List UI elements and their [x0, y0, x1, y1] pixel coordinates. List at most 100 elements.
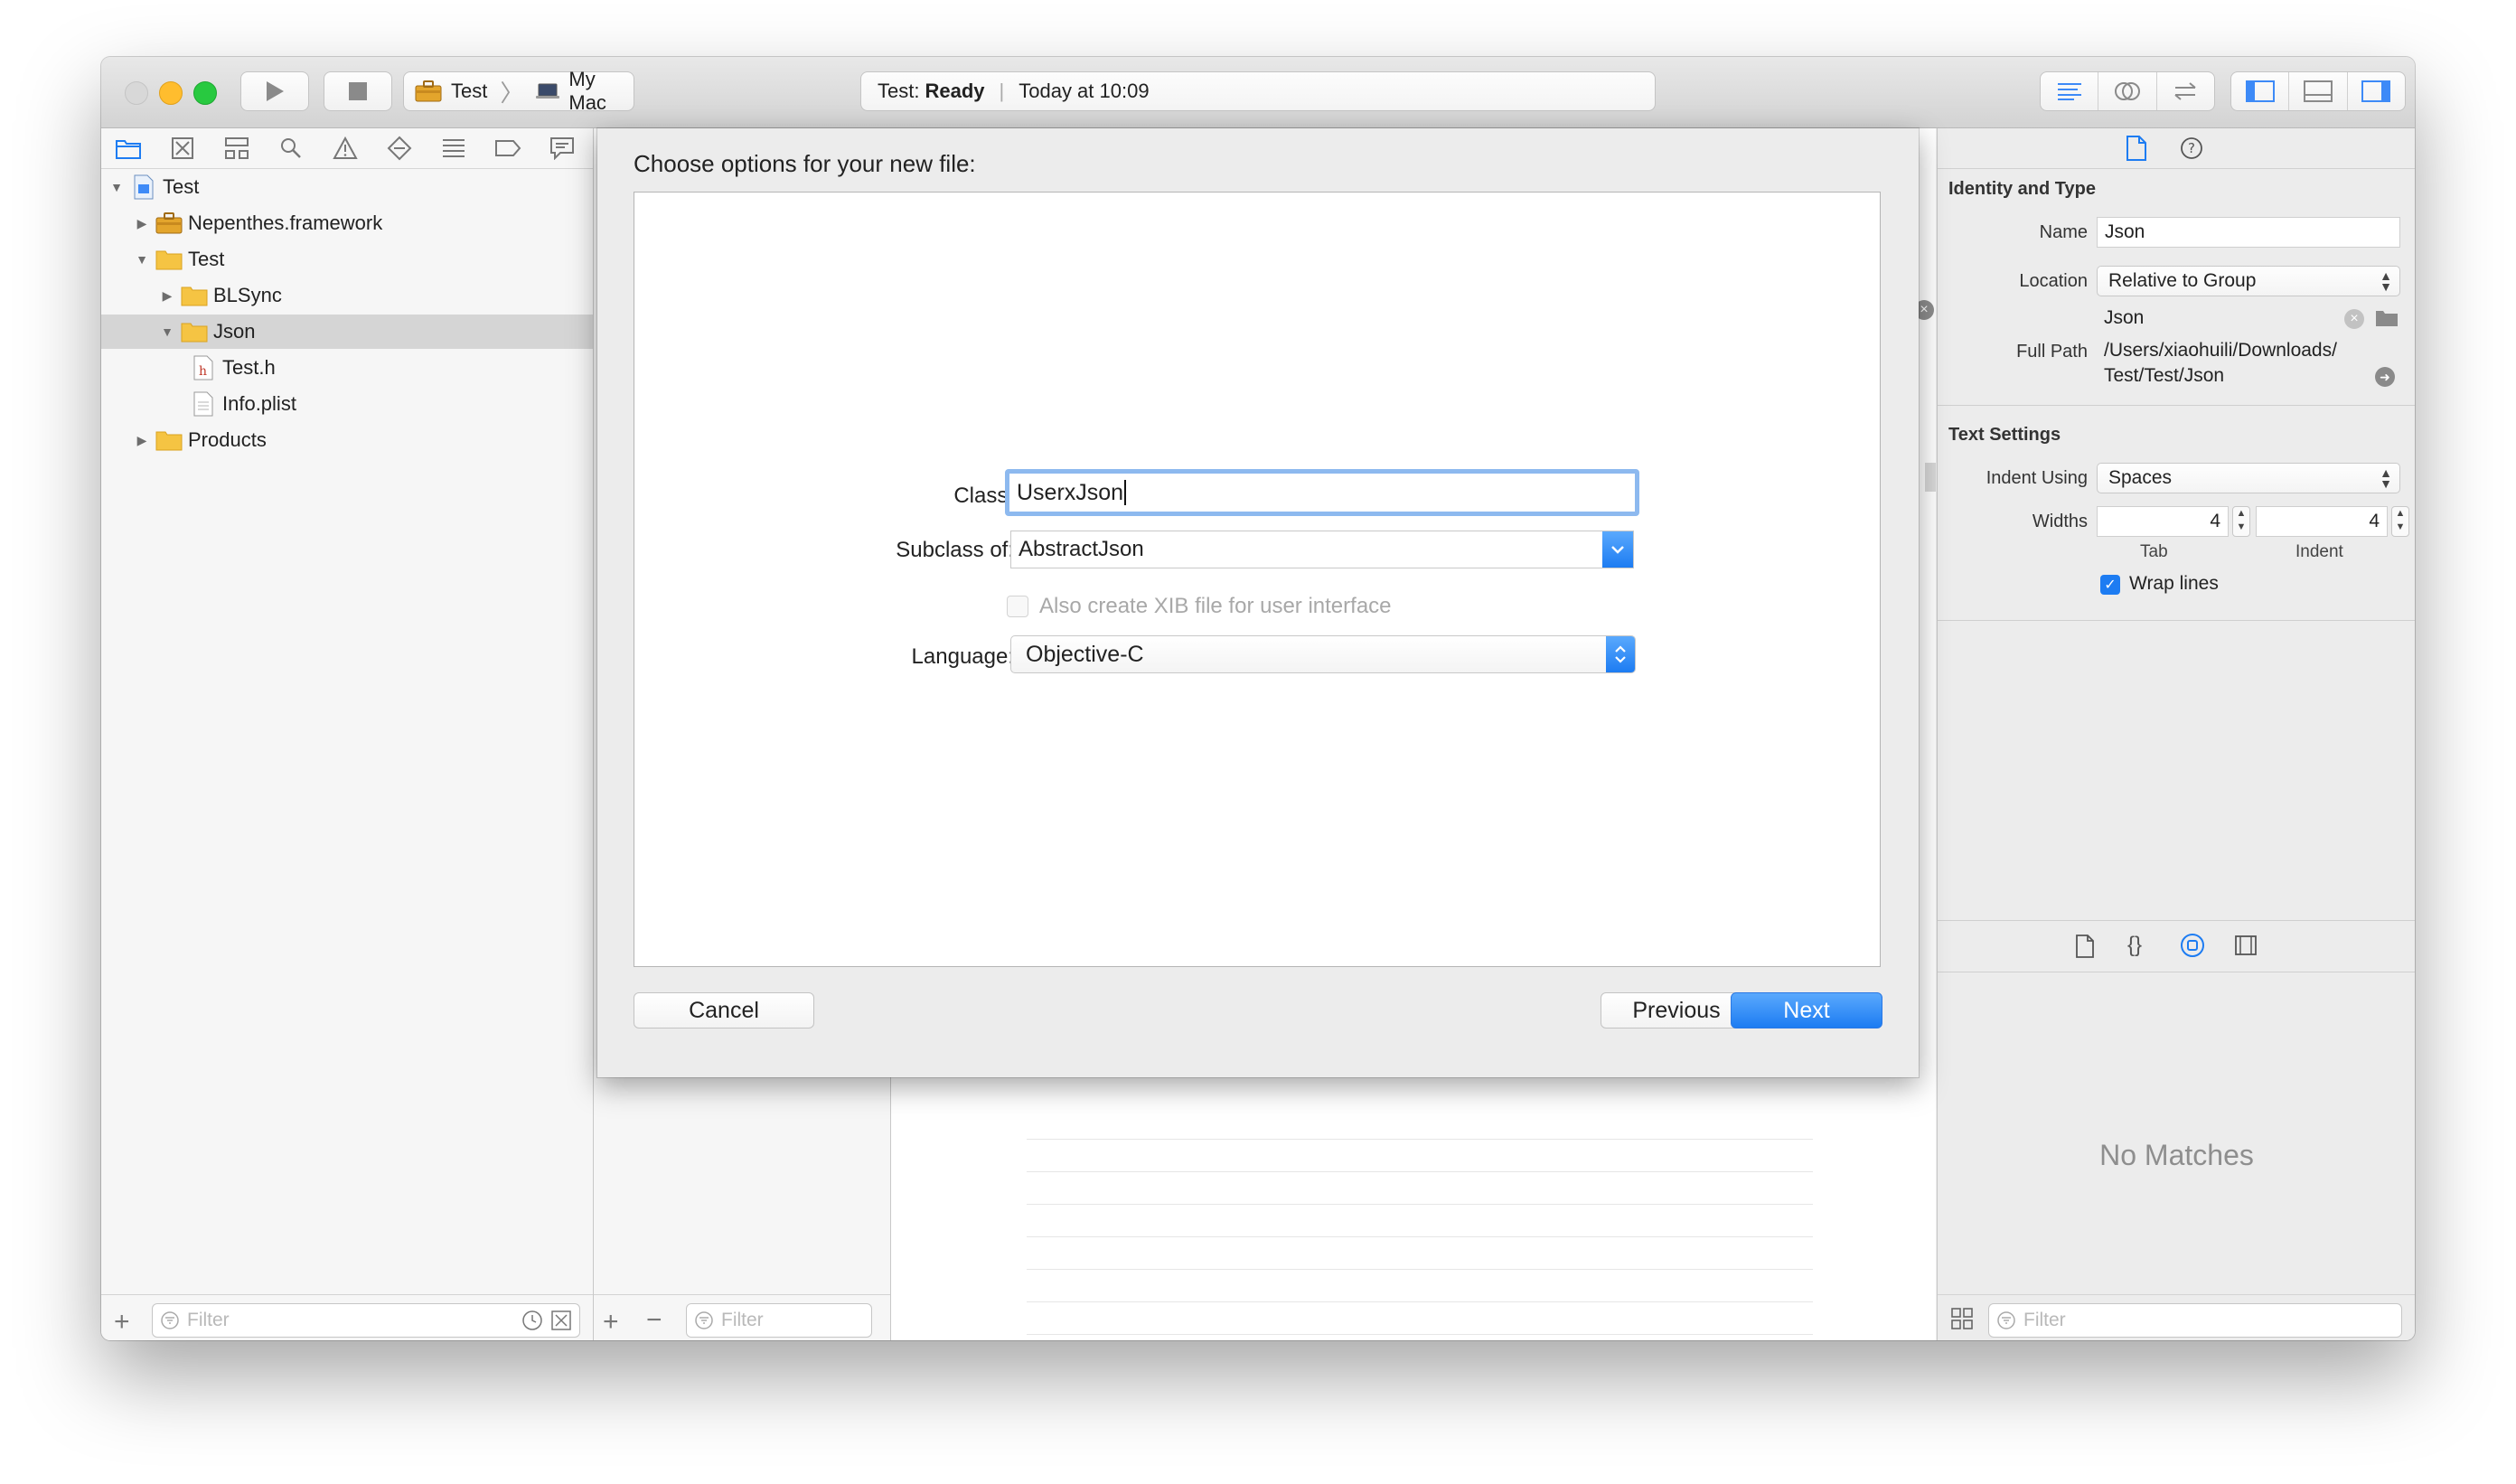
- sheet-title: Choose options for your new file:: [634, 150, 976, 177]
- wrap-lines-checkbox[interactable]: ✓: [2100, 575, 2120, 595]
- zoom-button[interactable]: [193, 81, 217, 105]
- quick-help-tab[interactable]: ?: [2180, 136, 2203, 164]
- library-filter-input[interactable]: Filter: [1988, 1303, 2402, 1338]
- tree-item-label: Test: [163, 175, 200, 198]
- add-icon[interactable]: +: [603, 1307, 619, 1338]
- inspector-separator: [1938, 405, 2415, 406]
- toggle-utilities-button[interactable]: [2348, 72, 2405, 110]
- tree-item-json[interactable]: ▼ Json: [101, 315, 593, 349]
- tree-item-label: Info.plist: [222, 392, 296, 415]
- tab-symbol-navigator[interactable]: [222, 134, 251, 163]
- filter-placeholder: Filter: [187, 1310, 230, 1330]
- activity-viewer: Test: Ready | Today at 10:09: [860, 71, 1656, 111]
- remove-icon[interactable]: −: [646, 1305, 662, 1336]
- tab-source-control[interactable]: [168, 134, 197, 163]
- class-label: Class:: [953, 484, 1014, 508]
- file-template-tab[interactable]: [2075, 935, 2095, 963]
- xib-checkbox[interactable]: [1007, 596, 1028, 617]
- tab-width-stepper[interactable]: ▲ ▼: [2232, 506, 2250, 537]
- tab-find-navigator[interactable]: [277, 134, 305, 163]
- object-library-icon: [2181, 934, 2204, 957]
- tab-width-field[interactable]: 4: [2097, 506, 2229, 537]
- disclosure-open-icon[interactable]: ▼: [108, 180, 125, 194]
- tree-item-test-h[interactable]: h Test.h: [101, 351, 593, 385]
- folder-icon: [116, 140, 141, 159]
- disclosure-closed-icon[interactable]: ▶: [134, 433, 150, 448]
- location-popup[interactable]: Relative to Group ▲ ▼: [2097, 266, 2400, 296]
- chevron-right-icon: 〉: [500, 79, 524, 107]
- indent-using-popup[interactable]: Spaces ▲ ▼: [2097, 463, 2400, 493]
- scheme-selector[interactable]: Test 〉 My Mac: [403, 68, 634, 114]
- editor-mode-control[interactable]: [2040, 71, 2215, 111]
- minimize-button[interactable]: [159, 81, 183, 105]
- navigator-filter-input[interactable]: Filter: [152, 1303, 580, 1338]
- disclosure-closed-icon[interactable]: ▶: [134, 216, 150, 231]
- tree-item-products[interactable]: ▶ Products: [101, 423, 593, 457]
- clock-icon[interactable]: [521, 1310, 543, 1331]
- assistant-editor-button[interactable]: [2098, 72, 2157, 110]
- previous-button[interactable]: Previous: [1601, 992, 1752, 1028]
- disclosure-open-icon[interactable]: ▼: [134, 252, 150, 267]
- document-icon: [2076, 935, 2094, 958]
- disclosure-closed-icon[interactable]: ▶: [159, 288, 175, 304]
- subclass-value: AbstractJson: [1019, 537, 1144, 561]
- clear-location-icon[interactable]: ×: [2344, 309, 2364, 329]
- tree-item-label: Products: [188, 428, 267, 451]
- toggle-debug-button[interactable]: [2289, 72, 2348, 110]
- tree-item-nepenthes-framework[interactable]: ▶ Nepenthes.framework: [101, 206, 593, 240]
- chevron-down-icon[interactable]: [1602, 531, 1633, 568]
- list-icon: [443, 139, 465, 157]
- bottom-panel-icon: [2303, 80, 2333, 102]
- name-field[interactable]: Json: [2097, 217, 2400, 248]
- tab-report-navigator[interactable]: [548, 134, 577, 163]
- activity-time: Today at 10:09: [1019, 80, 1150, 102]
- midcol-filter-input[interactable]: Filter: [686, 1303, 872, 1338]
- version-editor-button[interactable]: [2157, 72, 2214, 110]
- tab-debug-navigator[interactable]: [439, 134, 468, 163]
- choose-folder-icon[interactable]: [2375, 309, 2399, 332]
- tab-test-navigator[interactable]: [385, 134, 414, 163]
- tree-item-test-project[interactable]: ▼ Test: [101, 170, 593, 204]
- selection-marker: [1925, 463, 1936, 492]
- grid-view-icon[interactable]: [1950, 1307, 1974, 1335]
- plist-file-icon: [190, 391, 217, 417]
- editor-gridline: [1027, 1139, 1813, 1140]
- location-file: Json: [2104, 307, 2145, 328]
- language-popup[interactable]: Objective-C: [1010, 635, 1636, 673]
- add-icon[interactable]: +: [114, 1307, 130, 1338]
- indent-using-value: Spaces: [2108, 467, 2173, 488]
- braces-icon[interactable]: {}: [2127, 933, 2142, 958]
- search-icon: [281, 138, 301, 158]
- file-inspector: ? Identity and Type Name Json Location R…: [1937, 128, 2415, 1340]
- disclosure-open-icon[interactable]: ▼: [159, 324, 175, 339]
- toggle-navigator-button[interactable]: [2231, 72, 2290, 110]
- tree-item-blsync[interactable]: ▶ BLSync: [101, 278, 593, 313]
- class-name-input[interactable]: UserxJson: [1005, 469, 1639, 516]
- box-x-icon[interactable]: [550, 1310, 572, 1331]
- run-button[interactable]: [240, 71, 309, 111]
- next-button[interactable]: Next: [1731, 992, 1882, 1028]
- tree-item-label: Test.h: [222, 356, 276, 379]
- file-inspector-tab[interactable]: [2126, 136, 2147, 165]
- tab-issue-navigator[interactable]: [331, 134, 360, 163]
- panel-toggle-control[interactable]: [2230, 71, 2406, 111]
- updown-chevron-icon: ▲ ▼: [2380, 465, 2392, 491]
- reveal-arrow-icon[interactable]: ➜: [2375, 367, 2395, 387]
- stop-button[interactable]: [324, 71, 392, 111]
- indent-width-field[interactable]: 4: [2256, 506, 2388, 537]
- close-button[interactable]: [125, 81, 148, 105]
- tree-item-info-plist[interactable]: Info.plist: [101, 387, 593, 421]
- media-library-tab[interactable]: [2234, 935, 2258, 961]
- help-icon: ?: [2181, 137, 2202, 159]
- tab-project-navigator[interactable]: [114, 134, 143, 163]
- indent-width-stepper[interactable]: ▲ ▼: [2391, 506, 2409, 537]
- box-x-icon: [172, 137, 193, 159]
- subclass-combobox[interactable]: AbstractJson: [1010, 531, 1634, 568]
- cancel-button[interactable]: Cancel: [634, 992, 814, 1028]
- fullpath-label: Full Path: [2016, 342, 2088, 362]
- tab-breakpoint-navigator[interactable]: [493, 134, 522, 163]
- object-library-tab[interactable]: [2180, 933, 2205, 963]
- editor-gridline: [1027, 1236, 1813, 1237]
- standard-editor-button[interactable]: [2041, 72, 2099, 110]
- tree-item-test-group[interactable]: ▼ Test: [101, 242, 593, 277]
